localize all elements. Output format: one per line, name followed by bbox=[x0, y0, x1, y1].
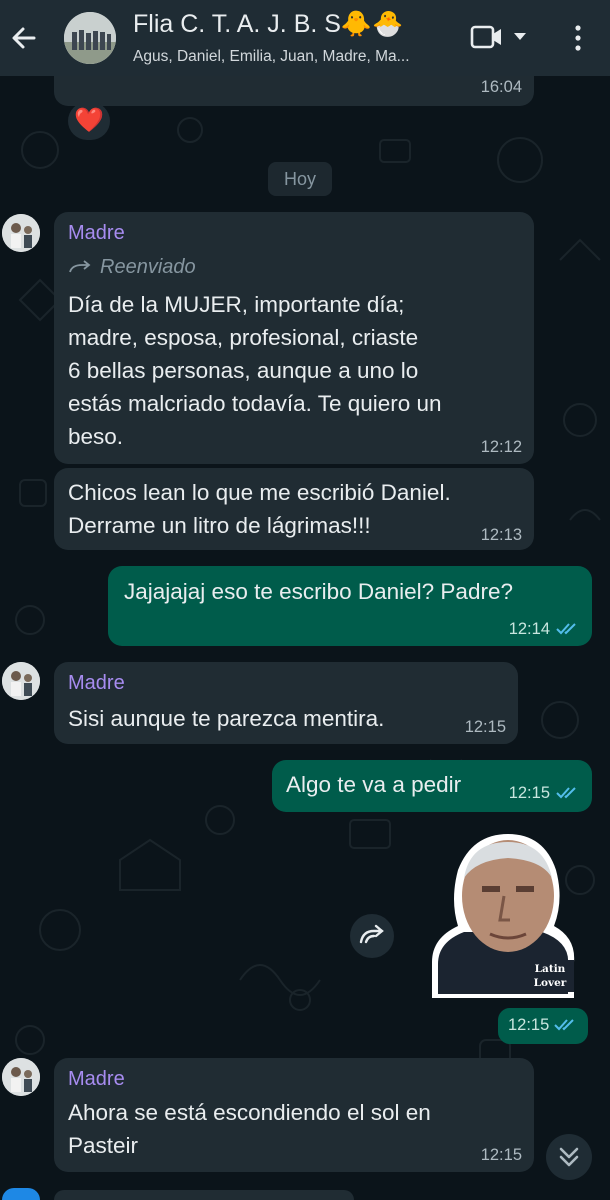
more-vertical-icon[interactable] bbox=[572, 24, 584, 52]
message-bubble-partial[interactable] bbox=[54, 1190, 354, 1200]
chat-members[interactable]: Agus, Daniel, Emilia, Juan, Madre, Ma... bbox=[133, 48, 410, 66]
message-line: Pasteir bbox=[68, 1133, 139, 1158]
message-line: Chicos lean lo que me escribió Daniel. bbox=[68, 480, 451, 505]
avatar[interactable] bbox=[2, 1058, 40, 1096]
sticker-caption: Latin Lover bbox=[526, 960, 574, 992]
message-time: 12:15 bbox=[508, 1016, 550, 1034]
message-line: Día de la MUJER, importante día; bbox=[68, 292, 405, 317]
forward-button[interactable] bbox=[350, 914, 394, 958]
message-text: Sisi aunque te parezca mentira. bbox=[68, 706, 385, 731]
sticker[interactable]: Latin Lover bbox=[424, 830, 580, 1002]
group-avatar[interactable] bbox=[64, 12, 116, 64]
message-bubble[interactable]: Chicos lean lo que me escribió Daniel. D… bbox=[54, 468, 534, 550]
message-line: madre, esposa, profesional, criaste bbox=[68, 325, 419, 350]
forwarded-text: Reenviado bbox=[100, 256, 196, 278]
sender-name[interactable]: Madre bbox=[68, 222, 125, 245]
sender-name[interactable]: Madre bbox=[68, 1068, 125, 1091]
message-bubble[interactable]: Madre Sisi aunque te parezca mentira. 12… bbox=[54, 662, 518, 744]
double-chevron-down-icon bbox=[559, 1147, 579, 1167]
message-time: 12:15 bbox=[508, 784, 550, 802]
message-line: 6 bellas personas, aunque a uno lo bbox=[68, 358, 419, 383]
avatar[interactable] bbox=[2, 1188, 40, 1200]
arrow-left-icon[interactable] bbox=[8, 22, 40, 54]
message-text: Algo te va a pedir bbox=[286, 772, 462, 797]
scroll-to-bottom-button[interactable] bbox=[546, 1134, 592, 1180]
message-time: 12:15 bbox=[464, 718, 506, 736]
message-time: 12:13 bbox=[480, 526, 522, 544]
message-line: beso. bbox=[68, 424, 124, 449]
message-time: 16:04 bbox=[480, 78, 522, 96]
sender-name[interactable]: Madre bbox=[68, 672, 125, 695]
avatar[interactable] bbox=[2, 214, 40, 252]
read-ticks-icon bbox=[556, 623, 576, 635]
forward-icon bbox=[69, 259, 91, 272]
chat-title[interactable]: Flia C. T. A. J. B. S🐥🐣 bbox=[133, 10, 403, 39]
message-bubble[interactable]: Madre Ahora se está escondiendo el sol e… bbox=[54, 1058, 534, 1172]
sticker-time-pill: 12:15 bbox=[498, 1008, 588, 1044]
forward-icon bbox=[359, 924, 384, 944]
read-ticks-icon bbox=[554, 1019, 574, 1031]
message-line: Ahora se está escondiendo el sol en bbox=[68, 1100, 431, 1125]
message-line: estás malcriado todavía. Te quiero un bbox=[68, 391, 442, 416]
avatar[interactable] bbox=[2, 662, 40, 700]
message-time: 12:14 bbox=[508, 620, 550, 638]
message-bubble-outgoing[interactable]: Jajajajaj eso te escribo Daniel? Padre? … bbox=[108, 566, 592, 646]
message-bubble-outgoing[interactable]: Algo te va a pedir 12:15 bbox=[272, 760, 592, 812]
message-text: Jajajajaj eso te escribo Daniel? Padre? bbox=[124, 579, 513, 604]
chat-header: Flia C. T. A. J. B. S🐥🐣 Agus, Daniel, Em… bbox=[0, 0, 610, 76]
forwarded-label: Reenviado bbox=[68, 256, 196, 279]
read-ticks-icon bbox=[556, 787, 576, 799]
video-camera-icon[interactable] bbox=[470, 24, 504, 50]
date-divider: Hoy bbox=[268, 162, 332, 196]
chevron-down-icon[interactable] bbox=[514, 33, 526, 40]
message-time: 12:15 bbox=[480, 1146, 522, 1164]
reaction-heart[interactable]: ❤️ bbox=[68, 102, 110, 140]
message-line: Derrame un litro de lágrimas!!! bbox=[68, 513, 371, 538]
message-text: Día de la MUJER, importante día; madre, … bbox=[68, 288, 442, 453]
message-time: 12:12 bbox=[480, 438, 522, 456]
message-text: Chicos lean lo que me escribió Daniel. D… bbox=[68, 476, 451, 542]
message-text: Ahora se está escondiendo el sol en Past… bbox=[68, 1096, 431, 1162]
message-bubble[interactable]: Madre Reenviado Día de la MUJER, importa… bbox=[54, 212, 534, 464]
